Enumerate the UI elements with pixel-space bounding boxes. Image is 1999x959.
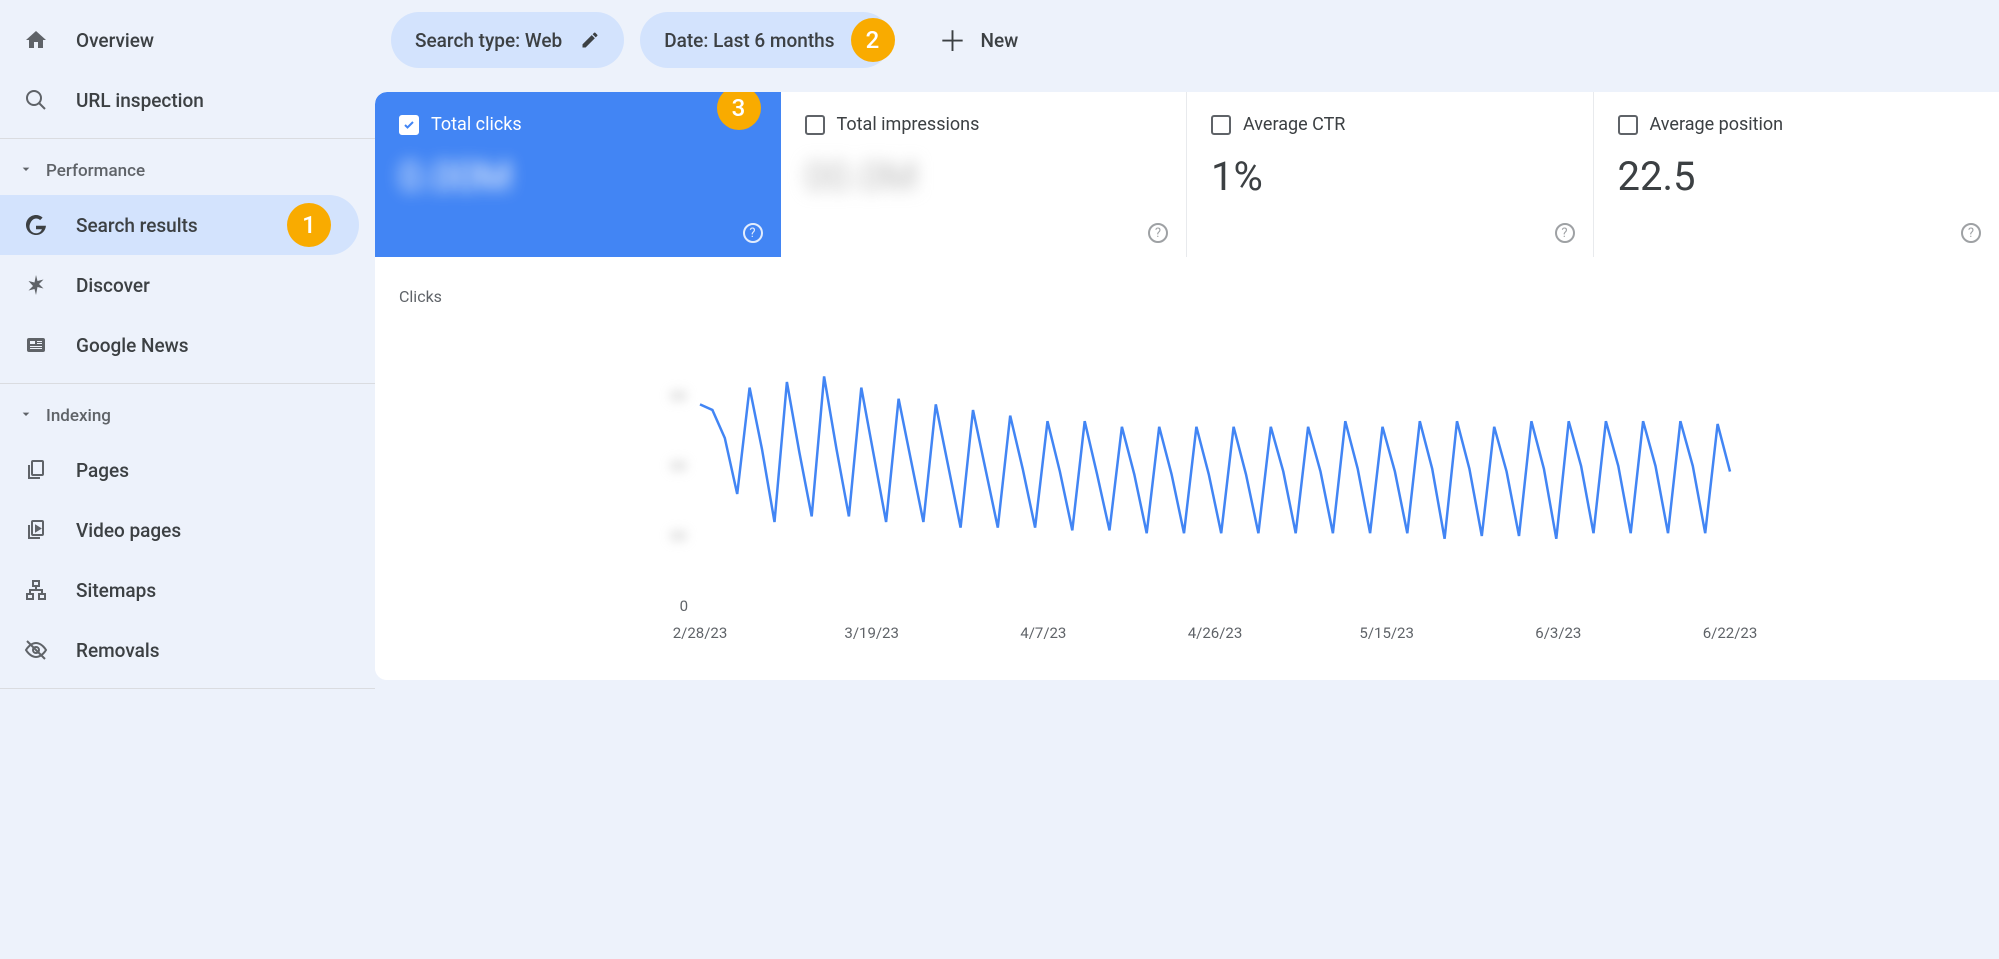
- search-icon: [24, 88, 48, 112]
- svg-text:00: 00: [670, 457, 687, 475]
- news-icon: [24, 333, 48, 357]
- video-pages-icon: [24, 518, 48, 542]
- section-indexing[interactable]: Indexing: [0, 392, 375, 440]
- help-icon[interactable]: ?: [1961, 223, 1981, 243]
- add-filter-label: New: [981, 29, 1019, 52]
- filter-date[interactable]: Date: Last 6 months 2: [640, 12, 890, 68]
- section-performance[interactable]: Performance: [0, 147, 375, 195]
- plus-icon: ＋: [939, 20, 967, 60]
- eye-off-icon: [24, 638, 48, 662]
- metric-total-impressions-value: 00.0M: [805, 153, 1163, 200]
- nav-overview[interactable]: Overview: [0, 10, 375, 70]
- svg-text:4/7/23: 4/7/23: [1020, 624, 1066, 642]
- nav-video-pages-label: Video pages: [76, 519, 181, 542]
- svg-text:00: 00: [670, 527, 687, 545]
- home-icon: [24, 28, 48, 52]
- svg-text:4/26/23: 4/26/23: [1188, 624, 1243, 642]
- divider: [0, 383, 375, 384]
- divider: [0, 138, 375, 139]
- nav-removals-label: Removals: [76, 639, 159, 662]
- nav-search-results[interactable]: Search results 1: [0, 195, 359, 255]
- nav-url-inspection-label: URL inspection: [76, 89, 204, 112]
- help-icon[interactable]: ?: [1555, 223, 1575, 243]
- pencil-icon: [580, 30, 600, 50]
- svg-text:2/28/23: 2/28/23: [673, 624, 728, 642]
- svg-text:5/15/23: 5/15/23: [1359, 624, 1414, 642]
- main-content: Search type: Web Date: Last 6 months 2 ＋…: [375, 0, 1999, 959]
- filter-date-label: Date: Last 6 months: [664, 29, 834, 52]
- nav-google-news-label: Google News: [76, 334, 189, 357]
- metric-avg-position[interactable]: Average position 22.5 ?: [1594, 92, 1999, 257]
- metric-avg-ctr-label: Average CTR: [1243, 114, 1345, 135]
- asterisk-icon: [24, 273, 48, 297]
- nav-google-news[interactable]: Google News: [0, 315, 375, 375]
- nav-video-pages[interactable]: Video pages: [0, 500, 375, 560]
- nav-search-results-label: Search results: [76, 214, 198, 237]
- metric-avg-position-value: 22.5: [1618, 153, 1976, 200]
- performance-card: Total clicks 0.00M ? 3 Total impressions…: [375, 92, 1999, 680]
- checkbox-checked-icon: [399, 115, 419, 135]
- checkbox-unchecked-icon: [1618, 115, 1638, 135]
- help-icon[interactable]: ?: [1148, 223, 1168, 243]
- nav-removals[interactable]: Removals: [0, 620, 375, 680]
- nav-overview-label: Overview: [76, 29, 154, 52]
- nav-discover[interactable]: Discover: [0, 255, 375, 315]
- chart-title: Clicks: [399, 287, 1981, 306]
- checkbox-unchecked-icon: [805, 115, 825, 135]
- pages-icon: [24, 458, 48, 482]
- help-icon[interactable]: ?: [743, 223, 763, 243]
- google-g-icon: [24, 213, 48, 237]
- nav-sitemaps[interactable]: Sitemaps: [0, 560, 375, 620]
- filter-bar: Search type: Web Date: Last 6 months 2 ＋…: [375, 12, 1999, 92]
- svg-text:6/3/23: 6/3/23: [1535, 624, 1581, 642]
- filter-search-type-label: Search type: Web: [415, 29, 562, 52]
- chart-area: Clicks 0000000 2/28/233/19/234/7/234/26/…: [375, 257, 1999, 680]
- metrics-row: Total clicks 0.00M ? 3 Total impressions…: [375, 92, 1999, 257]
- metric-total-impressions[interactable]: Total impressions 00.0M ?: [781, 92, 1188, 257]
- add-filter-button[interactable]: ＋ New: [927, 20, 1031, 60]
- svg-text:3/19/23: 3/19/23: [844, 624, 899, 642]
- sidebar: Overview URL inspection Performance Sear…: [0, 0, 375, 959]
- svg-text:00: 00: [670, 387, 687, 405]
- nav-sitemaps-label: Sitemaps: [76, 579, 156, 602]
- annotation-1: 1: [287, 203, 331, 247]
- metric-avg-position-label: Average position: [1650, 114, 1784, 135]
- metric-avg-ctr[interactable]: Average CTR 1% ?: [1187, 92, 1594, 257]
- svg-text:6/22/23: 6/22/23: [1703, 624, 1758, 642]
- sitemap-icon: [24, 578, 48, 602]
- divider: [0, 688, 375, 689]
- section-performance-label: Performance: [46, 161, 145, 181]
- metric-total-clicks-label: Total clicks: [431, 114, 522, 135]
- chevron-down-icon: [18, 161, 36, 182]
- section-indexing-label: Indexing: [46, 406, 111, 426]
- metric-total-impressions-label: Total impressions: [837, 114, 980, 135]
- nav-pages[interactable]: Pages: [0, 440, 375, 500]
- clicks-chart: 0000000 2/28/233/19/234/7/234/26/235/15/…: [399, 316, 1981, 656]
- nav-url-inspection[interactable]: URL inspection: [0, 70, 375, 130]
- nav-discover-label: Discover: [76, 274, 150, 297]
- filter-search-type[interactable]: Search type: Web: [391, 12, 624, 68]
- chevron-down-icon: [18, 406, 36, 427]
- checkbox-unchecked-icon: [1211, 115, 1231, 135]
- annotation-2: 2: [851, 18, 895, 62]
- svg-text:0: 0: [680, 597, 688, 615]
- metric-total-clicks[interactable]: Total clicks 0.00M ? 3: [375, 92, 781, 257]
- metric-avg-ctr-value: 1%: [1211, 153, 1569, 200]
- nav-pages-label: Pages: [76, 459, 129, 482]
- metric-total-clicks-value: 0.00M: [399, 153, 757, 200]
